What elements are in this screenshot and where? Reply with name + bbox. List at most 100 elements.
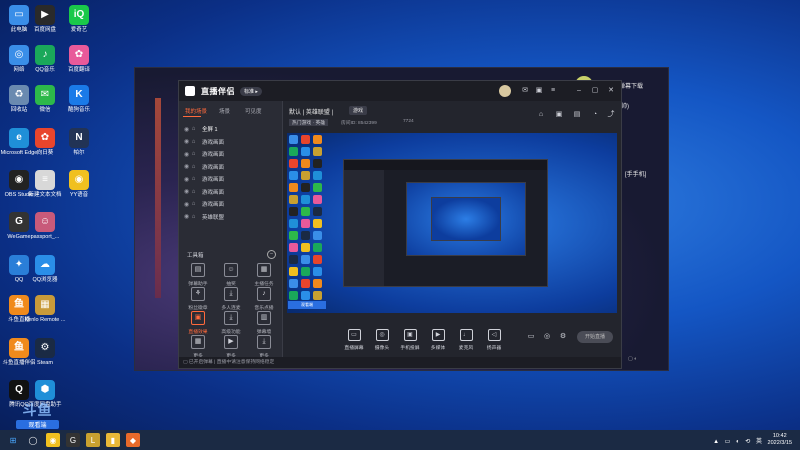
eye-icon[interactable]: ◉: [183, 213, 190, 220]
version-badge[interactable]: 标准 ▸: [240, 86, 262, 96]
scene-item[interactable]: ◉ ⌂ 游戏画面: [183, 148, 279, 160]
preview-desktop-icon: [301, 183, 310, 192]
eye-icon[interactable]: ◉: [183, 201, 190, 208]
stream-preview[interactable]: 观看端: [287, 133, 617, 313]
taskbar-app-yy[interactable]: ◉: [46, 433, 60, 447]
app-icon: ✿: [69, 45, 89, 65]
app-icon: ✉: [35, 85, 55, 105]
share-out-icon[interactable]: ⤴: [607, 111, 615, 119]
eye-icon[interactable]: ◉: [183, 163, 190, 170]
category-badge[interactable]: 游戏: [349, 106, 368, 115]
tool-button[interactable]: ▣ 直播效果: [183, 311, 213, 335]
tool-label: 弹幕助手: [188, 282, 208, 287]
camera-icon[interactable]: ▭: [527, 333, 535, 341]
desktop-icon[interactable]: ◉ YY语音: [56, 170, 102, 198]
lock-icon[interactable]: ⌂: [190, 189, 197, 195]
scene-item[interactable]: ◉ ⌂ 游戏画面: [183, 173, 279, 185]
taskbar-app-obs[interactable]: ◆: [126, 433, 140, 447]
desktop-icon-label: passport_...: [30, 234, 60, 240]
desktop-icon[interactable]: ☺ passport_...: [22, 212, 68, 240]
streaming-app-window[interactable]: 直播伴侣 标准 ▸ ✉ ▣ ≡ – ▢ ✕ 我的场景 场景 可见度 ◉ ⌂ 全屏 1…: [178, 80, 622, 369]
bottom-tool-button[interactable]: ▭ 直播屏幕: [339, 329, 369, 351]
eye-icon[interactable]: ◉: [183, 188, 190, 195]
desktop-icon[interactable]: ⚙ Steam: [22, 338, 68, 366]
close-icon[interactable]: ✕: [607, 87, 615, 95]
lock-icon[interactable]: ⌂: [190, 176, 197, 182]
desktop-icon[interactable]: ☁ QQ浏览器: [22, 255, 68, 283]
scene-item[interactable]: ◉ ⌂ 全屏 1: [183, 123, 279, 135]
tool-button[interactable]: ▦ 主播任务: [249, 263, 279, 287]
minimize-icon[interactable]: –: [575, 87, 583, 95]
taskbar-app-wegame[interactable]: G: [66, 433, 80, 447]
tool-label: 高级功能: [221, 330, 241, 335]
lock-icon[interactable]: ⌂: [190, 126, 197, 132]
clock[interactable]: 10:42 2022/3/15: [768, 433, 792, 447]
bottom-tool-button[interactable]: ▣ 手机投屏: [395, 329, 425, 351]
search-icon[interactable]: ◯: [26, 433, 40, 447]
desktop-icon[interactable]: N 帕尔: [56, 128, 102, 156]
scene-item[interactable]: ◉ ⌂ 游戏画面: [183, 186, 279, 198]
eye-icon[interactable]: ◉: [183, 138, 190, 145]
app-icon: ✿: [35, 128, 55, 148]
scene-item[interactable]: ◉ ⌂ 游戏画面: [183, 198, 279, 210]
chart-icon[interactable]: ▤: [573, 111, 581, 119]
tool-button[interactable]: ☺ 抽奖: [216, 263, 246, 287]
preview-desktop-icon: [289, 183, 298, 192]
desktop-icon[interactable]: ✿ 百度翻译: [56, 45, 102, 73]
eye-icon[interactable]: ◎: [543, 333, 551, 341]
tab-scenes[interactable]: 场景: [219, 107, 230, 115]
tool-icon: ⤓: [224, 311, 238, 325]
start-button[interactable]: ⊞: [6, 433, 20, 447]
active-tab-underline: [183, 116, 201, 117]
user-avatar[interactable]: [499, 85, 511, 97]
tool-button[interactable]: ⤓ 多人连麦: [216, 287, 246, 311]
scene-item[interactable]: ◉ ⌂ 游戏画面: [183, 161, 279, 173]
taskbar-app-explorer[interactable]: ▮: [106, 433, 120, 447]
bottom-tool-label: 麦克风: [458, 346, 474, 351]
eye-icon[interactable]: ◉: [183, 176, 190, 183]
tool-button[interactable]: ▦更多: [183, 335, 213, 359]
eye-icon[interactable]: ◉: [183, 151, 190, 158]
bottom-tool-button[interactable]: ◎ 摄像头: [367, 329, 397, 351]
tool-button[interactable]: ▥ 弹幕墙: [249, 311, 279, 335]
scene-item[interactable]: ◉ ⌂ 英雄联盟: [183, 211, 279, 223]
lock-icon[interactable]: ⌂: [190, 164, 197, 170]
bottom-tool-button[interactable]: ▶ 多媒体: [423, 329, 453, 351]
app-icon: ⚙: [35, 338, 55, 358]
system-tray[interactable]: ▲ ▭ ◐ ⟲ 英: [713, 436, 764, 445]
gift-icon[interactable]: ▣: [555, 111, 563, 119]
watermark-tag: 观看端: [16, 420, 59, 429]
mail-icon[interactable]: ✉: [521, 87, 529, 95]
desktop-icon[interactable]: K 酷狗音乐: [56, 85, 102, 113]
tool-button[interactable]: ⚘ 粉丝徽章: [183, 287, 213, 311]
lock-icon[interactable]: ⌂: [190, 139, 197, 145]
tool-button[interactable]: ⤓更多: [249, 335, 279, 359]
bell-icon[interactable]: ◔: [591, 111, 599, 119]
scene-item[interactable]: ◉ ⌂ 游戏画面: [183, 136, 279, 148]
eye-icon[interactable]: ◉: [183, 126, 190, 133]
preview-desktop-icon: [289, 171, 298, 180]
tools-collapse-icon[interactable]: –: [267, 250, 276, 259]
bottom-tool-button[interactable]: ♩ 麦克风: [451, 329, 481, 351]
tab-visibility[interactable]: 可见度: [245, 107, 262, 115]
tool-button[interactable]: ⤓ 高级功能: [216, 311, 246, 335]
lock-icon[interactable]: ⌂: [190, 214, 197, 220]
lock-icon[interactable]: ⌂: [190, 151, 197, 157]
menu-icon[interactable]: ≡: [549, 87, 557, 95]
tool-button[interactable]: ▤ 弹幕助手: [183, 263, 213, 287]
bottom-tool-button[interactable]: ◁ 扬声器: [479, 329, 509, 351]
share-icon[interactable]: ⌂: [537, 111, 545, 119]
gear-icon[interactable]: ⚙: [559, 333, 567, 341]
tab-my-scenes[interactable]: 我的场景: [185, 107, 207, 115]
tool-button[interactable]: ▶更多: [216, 335, 246, 359]
desktop-icon[interactable]: iQ 爱奇艺: [56, 5, 102, 33]
settings-icon[interactable]: ▣: [535, 87, 543, 95]
lock-icon[interactable]: ⌂: [190, 201, 197, 207]
go-live-button[interactable]: 开始直播: [577, 331, 613, 343]
room-category: 热门游戏 · 英雄: [289, 119, 329, 126]
tool-button[interactable]: ♪ 音乐点播: [249, 287, 279, 311]
maximize-icon[interactable]: ▢: [591, 87, 599, 95]
clock-time: 10:42: [772, 433, 787, 439]
taskbar-app-douyu[interactable]: L: [86, 433, 100, 447]
desktop-icon[interactable]: ▦ Kenlo Remote ...: [22, 295, 68, 323]
